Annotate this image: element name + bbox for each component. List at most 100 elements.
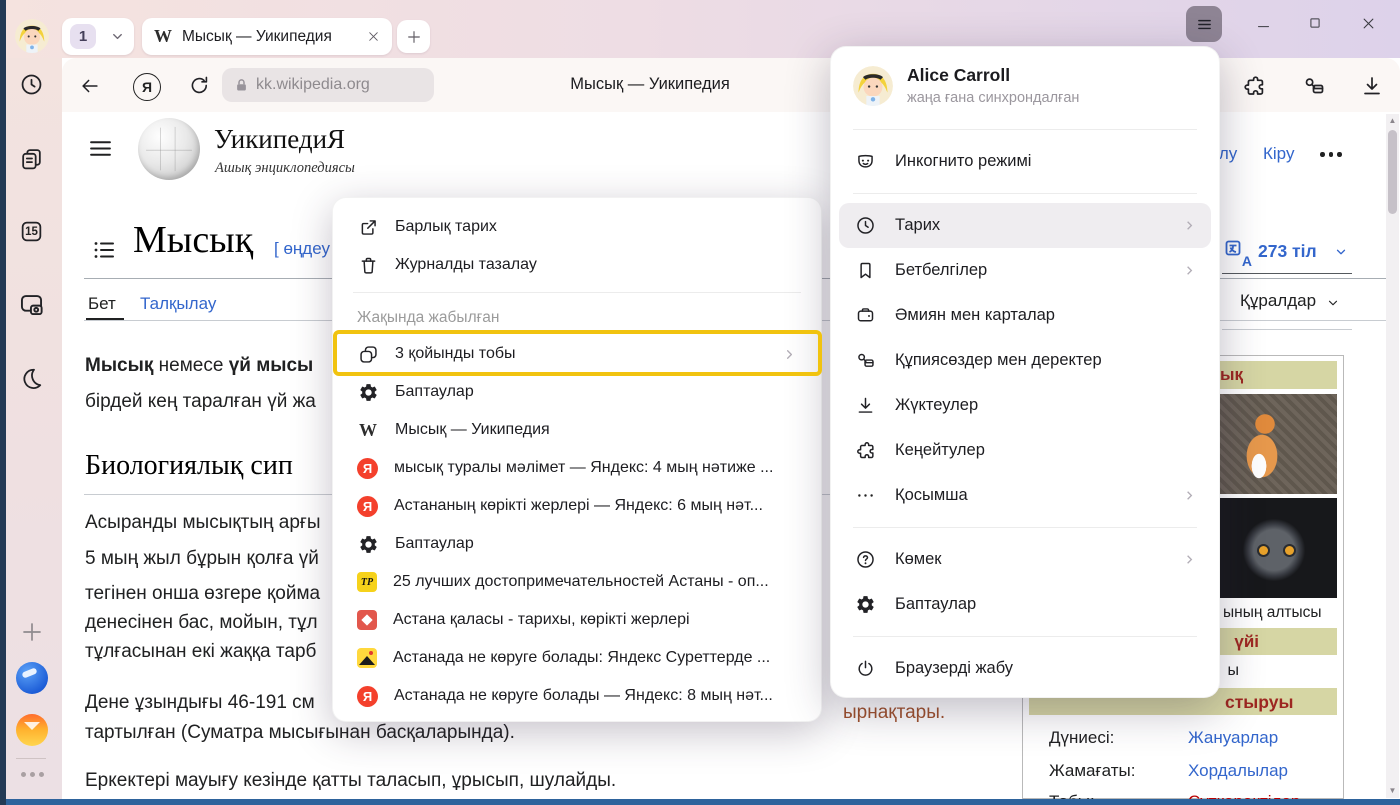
menu-item-bookmarks[interactable]: Бетбелгілер [831,248,1219,293]
scrollbar-thumb[interactable] [1388,130,1397,214]
diamond-site-favicon [357,610,377,630]
close-window-button[interactable] [1353,8,1383,38]
maximize-icon [1308,16,1322,30]
power-icon [853,657,877,681]
puzzle-icon [853,439,877,463]
sidebar-add-button[interactable] [20,620,44,644]
browser-menu-button[interactable] [1186,6,1222,42]
chevron-right-icon [1182,488,1197,503]
documents-icon [19,146,44,171]
taxobox-classification-fragment: стыруы [1225,692,1293,713]
menu-item-extensions[interactable]: Кеңейтулер [831,428,1219,473]
menu-item-settings[interactable]: Баптаулар [333,373,821,411]
menu-item-quit[interactable]: Браузерді жабу [831,646,1219,691]
language-count-button[interactable]: 273 тіл [1258,241,1317,262]
wiki-wordmark[interactable]: УикипедиЯ [214,124,345,155]
paragraph-line: 5 мың жыл бұрын қолға үй [85,548,319,570]
url-text: kk.wikipedia.org [256,76,370,94]
chevron-down-icon [1334,245,1348,259]
yandex-search-button[interactable]: Я [133,73,161,101]
menu-item-downloads[interactable]: Жүктеулер [831,383,1219,428]
menu-item-closed-page[interactable]: Я Астанада не көруге болады — Яндекс: 8 … [333,677,821,715]
page-scrollbar[interactable]: ▲ ▼ [1386,114,1399,798]
taxobox-caption-fragment: ының алтысы [1223,604,1322,622]
minimize-button[interactable] [1248,8,1278,38]
help-icon [853,548,877,572]
bold-term: үй мысы [229,355,314,376]
paragraph-line: Асыранды мысықтың арғы [85,512,321,534]
menu-item-closed-page[interactable]: Астанада не көруге болады: Яндекс Суретт… [333,639,821,677]
menu-item-wallet[interactable]: Әмиян мен карталар [831,293,1219,338]
sync-status: жаңа ғана синхрондалған [907,90,1079,106]
address-bar[interactable]: kk.wikipedia.org [222,68,434,102]
wiki-more-menu[interactable] [1320,152,1342,157]
menu-item-settings[interactable]: Баптаулар [333,525,821,563]
sidebar-screenshot-button[interactable] [18,291,45,318]
close-icon [1361,16,1376,31]
taxo-row-value[interactable]: Хордалылар [1188,761,1288,781]
tab-close-icon[interactable] [367,30,380,43]
menu-item-closed-page[interactable]: Астана қаласы - тарихы, көрікті жерлері [333,601,821,639]
contents-list-icon[interactable] [92,238,116,262]
incognito-mask-icon [853,150,877,174]
menu-item-closed-page[interactable]: W Мысық — Уикипедия [333,411,821,449]
sidebar-notes-button[interactable] [19,146,44,171]
paragraph-line: Дене ұзындығы 46-191 см [85,692,315,714]
download-icon [1360,74,1384,98]
menu-item-closed-page[interactable]: ТР 25 лучших достопримечательностей Аста… [333,563,821,601]
tab-article[interactable]: Бет [88,294,116,314]
tab-group-pill[interactable]: 1 [62,18,134,55]
history-submenu: Барлық тарих Журналды тазалау Жақында жа… [332,197,822,722]
sidebar-dark-mode-button[interactable] [19,366,44,391]
cat-eye [1259,546,1268,555]
maximize-button[interactable] [1300,8,1330,38]
scroll-up-arrow[interactable]: ▲ [1386,114,1399,128]
menu-item-history[interactable]: Тарих [839,203,1211,248]
sidebar-divider [16,758,46,759]
sidebar-calendar-button[interactable]: 15 [19,219,44,244]
profile-block[interactable]: Alice Carroll жаңа ғана синхрондалған [831,55,1219,120]
wiki-menu-button[interactable] [88,136,113,161]
sidebar-history-button[interactable] [19,72,44,97]
extensions-button[interactable] [1242,74,1266,98]
window-edge [0,799,1400,805]
yandex-disk-icon[interactable] [16,662,48,694]
red-link-fragment[interactable]: ырнақтары. [843,702,945,724]
refresh-button[interactable] [188,74,211,97]
wiki-login-link[interactable]: Кіру [1263,144,1294,164]
paragraph-line: тегінен онша өзгере қойма [85,583,320,605]
yandex-letter: Я [142,79,152,95]
menu-item-more[interactable]: Қосымша [831,473,1219,518]
chevron-down-icon [110,29,125,44]
edit-link[interactable]: [ өңдеу [274,239,330,259]
address-page-title: Мысық — Уикипедия [500,75,800,94]
menu-item-all-history[interactable]: Барлық тарих [333,208,821,246]
paragraph-line: тартылған (Суматра мысығынан басқаларынд… [85,722,515,744]
downloads-button[interactable] [1360,74,1384,98]
active-tab[interactable]: W Мысық — Уикипедия [142,18,392,55]
menu-item-passwords[interactable]: Құпиясөздер мен деректер [831,338,1219,383]
taxo-row-label: Жамағаты: [1049,761,1136,781]
password-manager-button[interactable] [1302,74,1326,98]
sidebar-more-button[interactable] [21,772,44,777]
key-card-icon [853,349,877,373]
menu-item-help[interactable]: Көмек [831,537,1219,582]
menu-item-closed-page[interactable]: Я Астананың көрікті жерлері — Яндекс: 6 … [333,487,821,525]
scroll-down-arrow[interactable]: ▼ [1386,784,1399,798]
back-button[interactable] [79,75,101,97]
key-card-icon [1302,74,1326,98]
menu-item-closed-page[interactable]: Я мысық туралы мәлімет — Яндекс: 4 мың н… [333,449,821,487]
yandex-mail-icon[interactable] [16,714,48,746]
tools-button[interactable]: Құралдар [1240,291,1316,311]
tab-talk[interactable]: Талқылау [140,294,216,314]
yandex-images-favicon [357,648,377,668]
menu-item-settings[interactable]: Баптаулар [831,582,1219,627]
profile-avatar[interactable] [15,19,49,53]
menu-item-clear-history[interactable]: Журналды тазалау [333,246,821,284]
menu-item-incognito[interactable]: Инкогнито режимі [831,139,1219,184]
taxo-row-value[interactable]: Жануарлар [1188,728,1278,748]
wikipedia-globe-logo[interactable] [138,118,200,180]
new-tab-button[interactable] [397,20,430,53]
chevron-right-icon [1182,263,1197,278]
page-title: Мысық [133,218,253,262]
